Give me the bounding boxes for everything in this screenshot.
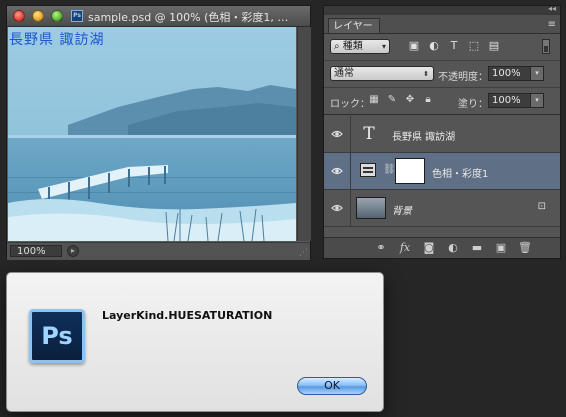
fill-field[interactable]: 100% ▾ bbox=[488, 93, 544, 108]
eye-icon bbox=[331, 130, 343, 138]
minimize-window-button[interactable] bbox=[32, 10, 44, 22]
chevron-updown-icon: ⬍ bbox=[423, 70, 429, 78]
delete-layer-icon[interactable]: 🗑︎ bbox=[518, 241, 532, 255]
adjustment-filter-icon[interactable]: ◐ bbox=[428, 40, 440, 52]
lake-photo bbox=[8, 27, 296, 241]
chevron-down-icon: ▾ bbox=[381, 42, 386, 51]
resize-grip-icon[interactable]: ⋰ bbox=[299, 248, 308, 258]
new-layer-icon[interactable]: ▣ bbox=[494, 241, 508, 255]
eye-icon bbox=[331, 204, 343, 212]
layer-row-background[interactable]: 背景 ⊡ bbox=[324, 190, 560, 227]
chevron-down-icon[interactable]: ▾ bbox=[530, 94, 543, 107]
tab-layers[interactable]: レイヤー bbox=[328, 18, 380, 33]
blend-mode-value: 通常 bbox=[334, 68, 354, 79]
opacity-label: 不透明度： bbox=[438, 72, 488, 83]
filter-kind-value: 種類 bbox=[342, 41, 363, 52]
layer-list: T 長野県 諏訪湖 ⛓ 色相・彩度1 背景 ⊡ bbox=[324, 116, 560, 227]
lock-all-icon[interactable]: 🔒︎ bbox=[422, 94, 434, 106]
blend-row: 通常 ⬍ 不透明度： 100% ▾ bbox=[324, 61, 560, 88]
lock-icon: ⊡ bbox=[537, 201, 546, 212]
lock-position-icon[interactable]: ✥ bbox=[404, 94, 416, 106]
lock-label: ロック： bbox=[330, 99, 370, 110]
type-layer-icon: T bbox=[363, 124, 375, 144]
link-layers-icon[interactable]: ⚭ bbox=[374, 241, 388, 255]
alert-dialog: Ps LayerKind.HUESATURATION OK bbox=[6, 272, 384, 412]
status-menu-icon[interactable]: ▸ bbox=[67, 245, 79, 257]
fx-icon[interactable]: fx bbox=[398, 241, 412, 255]
panel-header-strip[interactable]: ◂◂ bbox=[324, 4, 560, 15]
canvas-caption-text: 長野県 諏訪湖 bbox=[9, 32, 105, 48]
layers-panel: ◂◂ レイヤー ≡ ⌕ 種類 ▾ ▣ ◐ T ⬚ ▤ 通常 ⬍ 不透明度： 10… bbox=[323, 4, 561, 259]
canvas[interactable]: 長野県 諏訪湖 bbox=[8, 27, 296, 241]
search-icon: ⌕ bbox=[334, 41, 340, 52]
filter-row: ⌕ 種類 ▾ ▣ ◐ T ⬚ ▤ bbox=[324, 34, 560, 61]
image-filter-icon[interactable]: ▣ bbox=[408, 40, 420, 52]
zoom-level-field[interactable]: 100% bbox=[10, 245, 62, 257]
document-title: sample.psd @ 100% (色相・彩度1, … bbox=[88, 11, 289, 24]
filter-toggle-switch[interactable] bbox=[542, 39, 550, 54]
ok-button[interactable]: OK bbox=[297, 377, 367, 395]
document-window: Ps sample.psd @ 100% (色相・彩度1, … 長野県 諏訪湖 … bbox=[6, 5, 311, 260]
layer-row-hue-saturation[interactable]: ⛓ 色相・彩度1 bbox=[324, 153, 560, 190]
layer-row-text[interactable]: T 長野県 諏訪湖 bbox=[324, 116, 560, 153]
layers-panel-body: ⌕ 種類 ▾ ▣ ◐ T ⬚ ▤ 通常 ⬍ 不透明度： 100% ▾ ロック： bbox=[324, 33, 560, 258]
visibility-toggle[interactable] bbox=[324, 116, 351, 152]
type-filter-icon[interactable]: T bbox=[448, 40, 460, 52]
add-mask-icon[interactable]: ◙ bbox=[422, 241, 436, 255]
opacity-field[interactable]: 100% ▾ bbox=[488, 66, 544, 81]
fill-label: 塗り： bbox=[458, 99, 488, 110]
photoshop-app-icon: Ps bbox=[29, 309, 85, 363]
close-window-button[interactable] bbox=[13, 10, 25, 22]
visibility-toggle[interactable] bbox=[324, 153, 351, 189]
visibility-toggle[interactable] bbox=[324, 190, 351, 226]
layers-footer-toolbar: ⚭ fx ◙ ◐ ▬ ▣ 🗑︎ bbox=[324, 237, 560, 258]
panel-menu-icon[interactable]: ≡ bbox=[548, 19, 556, 30]
zoom-window-button[interactable] bbox=[51, 10, 63, 22]
shape-filter-icon[interactable]: ⬚ bbox=[468, 40, 480, 52]
layer-name[interactable]: 背景 bbox=[392, 202, 412, 217]
new-adjustment-icon[interactable]: ◐ bbox=[446, 241, 460, 255]
blend-mode-select[interactable]: 通常 ⬍ bbox=[330, 66, 434, 81]
document-statusbar: 100% ▸ ⋰ bbox=[7, 242, 310, 260]
lock-paint-icon[interactable]: ✎ bbox=[386, 94, 398, 106]
background-thumbnail bbox=[356, 197, 386, 219]
fill-value: 100% bbox=[492, 95, 521, 106]
link-chain-icon[interactable]: ⛓ bbox=[383, 164, 396, 175]
eye-icon bbox=[331, 167, 343, 175]
psd-file-icon: Ps bbox=[71, 10, 83, 22]
vertical-scrollbar[interactable] bbox=[297, 27, 311, 241]
lock-row: ロック： ▦ ✎ ✥ 🔒︎ 塗り： 100% ▾ bbox=[324, 88, 560, 115]
layer-mask-thumbnail[interactable] bbox=[395, 158, 425, 184]
new-group-icon[interactable]: ▬ bbox=[470, 241, 484, 255]
hue-saturation-adjustment-icon bbox=[360, 163, 376, 177]
chevron-down-icon[interactable]: ▾ bbox=[530, 67, 543, 80]
layer-name[interactable]: 長野県 諏訪湖 bbox=[392, 128, 455, 143]
lock-transparent-icon[interactable]: ▦ bbox=[368, 94, 380, 106]
opacity-value: 100% bbox=[492, 68, 521, 79]
collapse-panel-icon[interactable]: ◂◂ bbox=[548, 4, 556, 13]
document-titlebar[interactable]: Ps sample.psd @ 100% (色相・彩度1, … bbox=[7, 6, 310, 27]
alert-message: LayerKind.HUESATURATION bbox=[102, 309, 273, 322]
smart-object-filter-icon[interactable]: ▤ bbox=[488, 40, 500, 52]
filter-kind-select[interactable]: ⌕ 種類 ▾ bbox=[330, 39, 390, 54]
layer-name[interactable]: 色相・彩度1 bbox=[432, 165, 488, 180]
